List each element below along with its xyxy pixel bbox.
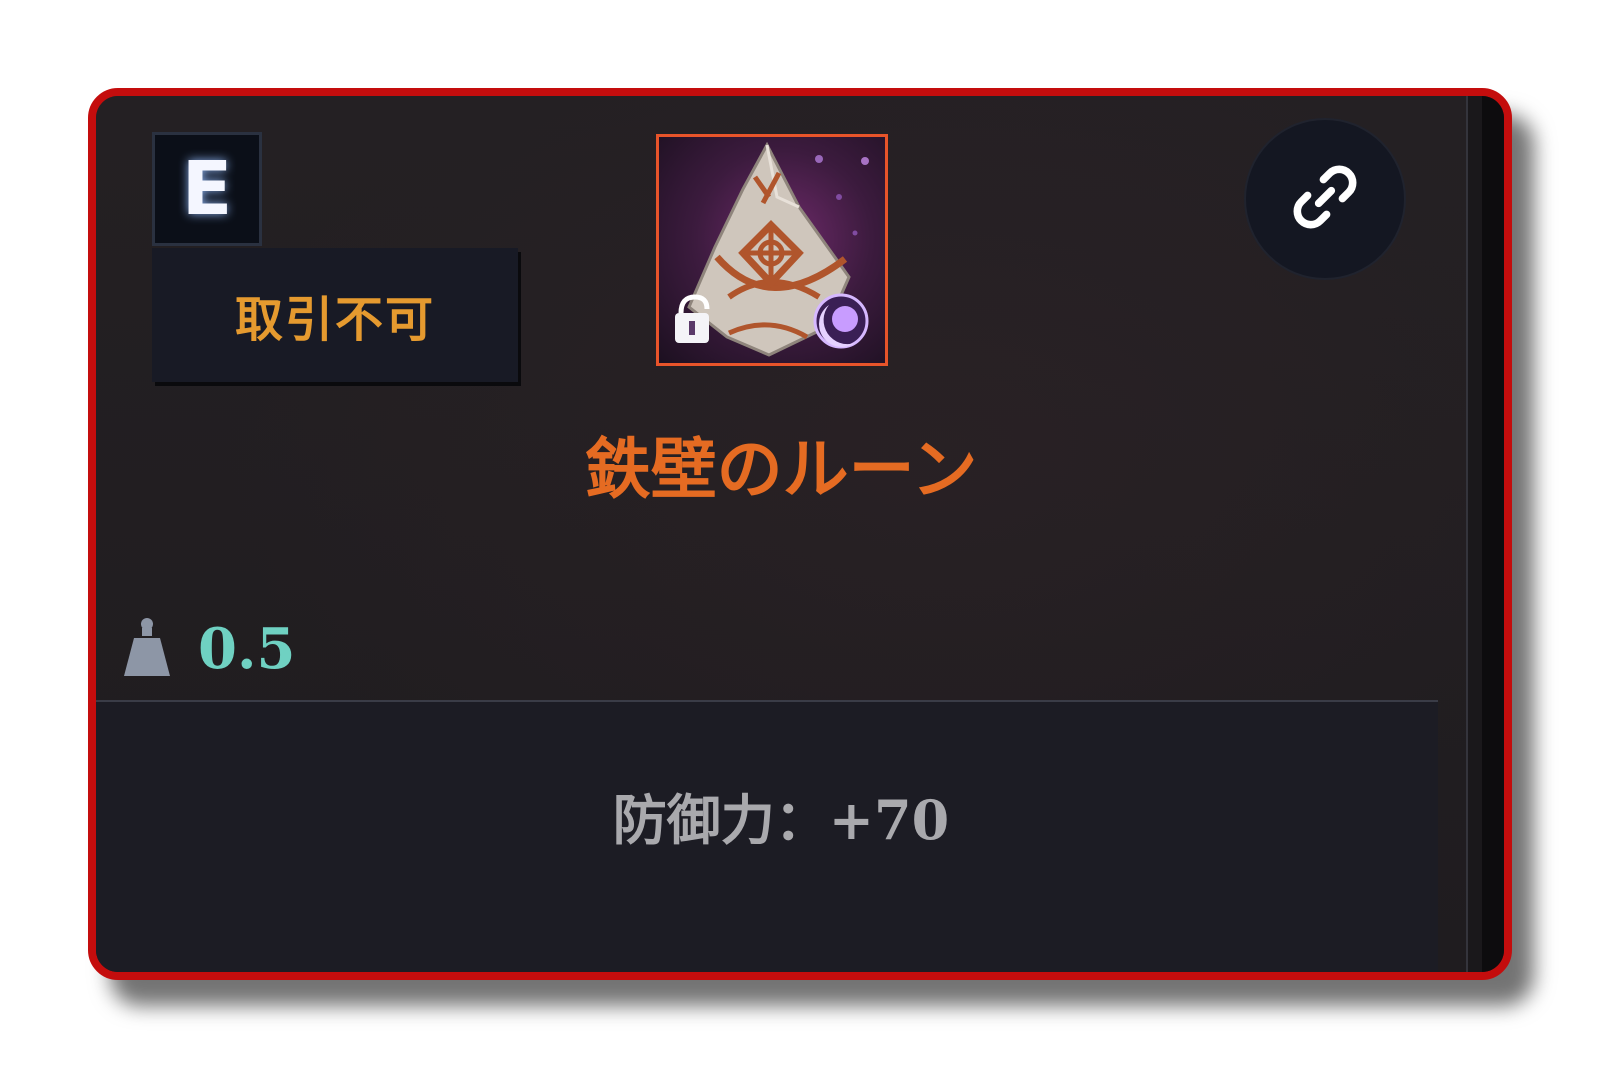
trade-status-tag: 取引不可 xyxy=(152,248,518,382)
trade-status-label: 取引不可 xyxy=(234,292,435,348)
weight-icon xyxy=(122,616,172,683)
grade-badge: E xyxy=(152,132,262,246)
moon-icon xyxy=(813,293,869,349)
link-button[interactable] xyxy=(1244,118,1406,280)
rune-icon xyxy=(656,134,888,366)
weight-row: 0.5 xyxy=(122,614,295,684)
item-tooltip-frame: E 取引不可 鉄壁のルーン 0.5 防御力：+70 xyxy=(88,88,1512,980)
grade-letter: E xyxy=(181,146,233,232)
weight-value: 0.5 xyxy=(198,616,296,682)
scrollbar-track[interactable] xyxy=(1466,96,1482,972)
panel-edge xyxy=(1482,96,1504,972)
section-divider xyxy=(96,700,1438,702)
defense-stat: 防御力：+70 xyxy=(612,788,950,852)
link-icon xyxy=(1287,159,1363,240)
item-name: 鉄壁のルーン xyxy=(584,431,978,508)
